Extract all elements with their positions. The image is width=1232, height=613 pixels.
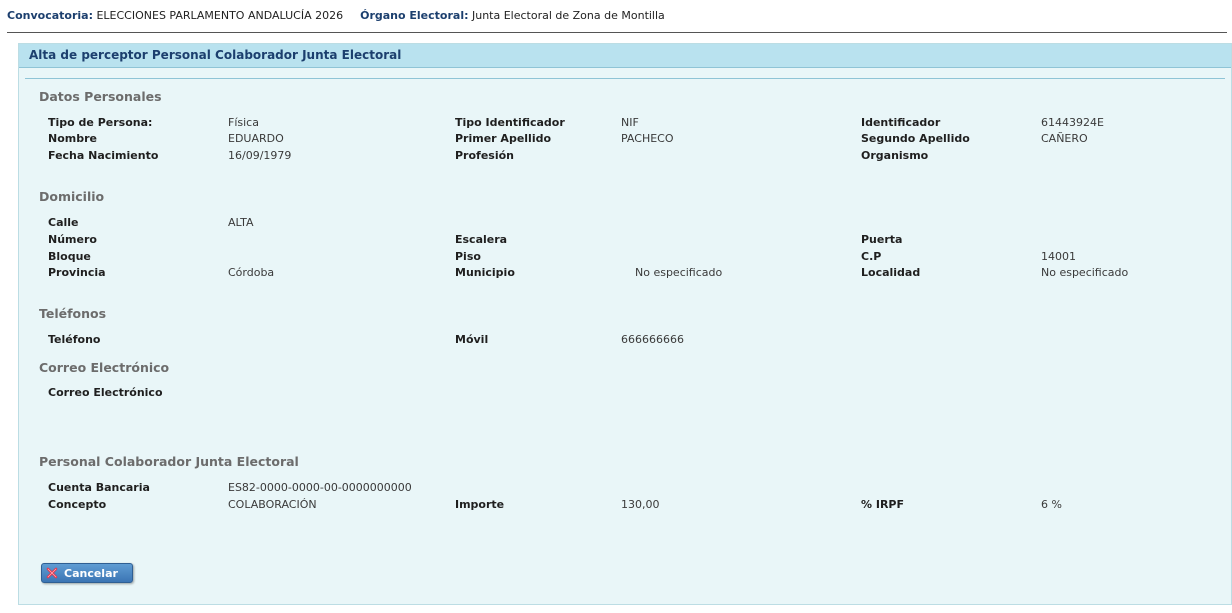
- convocatoria-label: Convocatoria:: [7, 9, 93, 22]
- movil-label: Móvil: [455, 333, 489, 346]
- provincia-label: Provincia: [48, 266, 106, 279]
- tipo-identificador-label: Tipo Identificador: [455, 116, 565, 129]
- bloque-label: Bloque: [48, 250, 91, 263]
- organo-value: Junta Electoral de Zona de Montilla: [471, 9, 665, 22]
- primer-apellido-value: PACHECO: [621, 132, 674, 145]
- perceptor-panel: Alta de perceptor Personal Colaborador J…: [18, 43, 1232, 605]
- irpf-label: % IRPF: [861, 498, 904, 511]
- escalera-label: Escalera: [455, 233, 508, 246]
- importe-label: Importe: [455, 498, 505, 511]
- localidad-value: No especificado: [1041, 266, 1129, 279]
- fecha-nacimiento-label: Fecha Nacimiento: [48, 149, 159, 162]
- section-correo: Correo Electrónico: [39, 360, 170, 375]
- convocatoria-value: ELECCIONES PARLAMENTO ANDALUCÍA 2026: [96, 9, 344, 22]
- importe-value: 130,00: [621, 498, 660, 511]
- concepto-label: Concepto: [48, 498, 107, 511]
- tipo-identificador-value: NIF: [621, 116, 639, 129]
- cancel-button-label: Cancelar: [64, 567, 118, 580]
- piso-label: Piso: [455, 250, 481, 263]
- close-icon: [46, 567, 58, 579]
- irpf-value: 6 %: [1041, 498, 1062, 511]
- cuenta-bancaria-value: ES82-0000-0000-00-0000000000: [228, 481, 412, 494]
- identificador-value: 61443924E: [1041, 116, 1104, 129]
- municipio-label: Municipio: [455, 266, 515, 279]
- calle-value: ALTA: [228, 216, 254, 229]
- telefono-label: Teléfono: [48, 333, 101, 346]
- organo-label: Órgano Electoral:: [360, 9, 469, 22]
- header-bar: Convocatoria: ELECCIONES PARLAMENTO ANDA…: [7, 9, 1227, 33]
- concepto-value: COLABORACIÓN: [228, 498, 317, 511]
- nombre-value: EDUARDO: [228, 132, 284, 145]
- panel-title: Alta de perceptor Personal Colaborador J…: [29, 48, 402, 62]
- cancel-button[interactable]: Cancelar: [41, 563, 133, 583]
- nombre-label: Nombre: [48, 132, 97, 145]
- panel-header: Alta de perceptor Personal Colaborador J…: [19, 44, 1231, 68]
- section-telefonos: Teléfonos: [39, 306, 107, 321]
- cp-label: C.P: [861, 250, 882, 263]
- tipo-persona-label: Tipo de Persona:: [48, 116, 153, 129]
- panel-divider: [25, 78, 1225, 79]
- identificador-label: Identificador: [861, 116, 941, 129]
- fecha-nacimiento-value: 16/09/1979: [228, 149, 292, 162]
- organismo-label: Organismo: [861, 149, 929, 162]
- primer-apellido-label: Primer Apellido: [455, 132, 552, 145]
- profesion-label: Profesión: [455, 149, 514, 162]
- tipo-persona-value: Física: [228, 116, 259, 129]
- numero-label: Número: [48, 233, 97, 246]
- calle-label: Calle: [48, 216, 79, 229]
- segundo-apellido-value: CAÑERO: [1041, 132, 1088, 145]
- localidad-label: Localidad: [861, 266, 921, 279]
- section-datos-personales: Datos Personales: [39, 89, 162, 104]
- provincia-value: Córdoba: [228, 266, 275, 279]
- correo-label: Correo Electrónico: [48, 386, 163, 399]
- section-domicilio: Domicilio: [39, 189, 105, 204]
- cp-value: 14001: [1041, 250, 1076, 263]
- cuenta-bancaria-label: Cuenta Bancaria: [48, 481, 150, 494]
- segundo-apellido-label: Segundo Apellido: [861, 132, 970, 145]
- movil-value: 666666666: [621, 333, 684, 346]
- municipio-value: No especificado: [635, 266, 723, 279]
- puerta-label: Puerta: [861, 233, 903, 246]
- section-colaborador: Personal Colaborador Junta Electoral: [39, 454, 299, 469]
